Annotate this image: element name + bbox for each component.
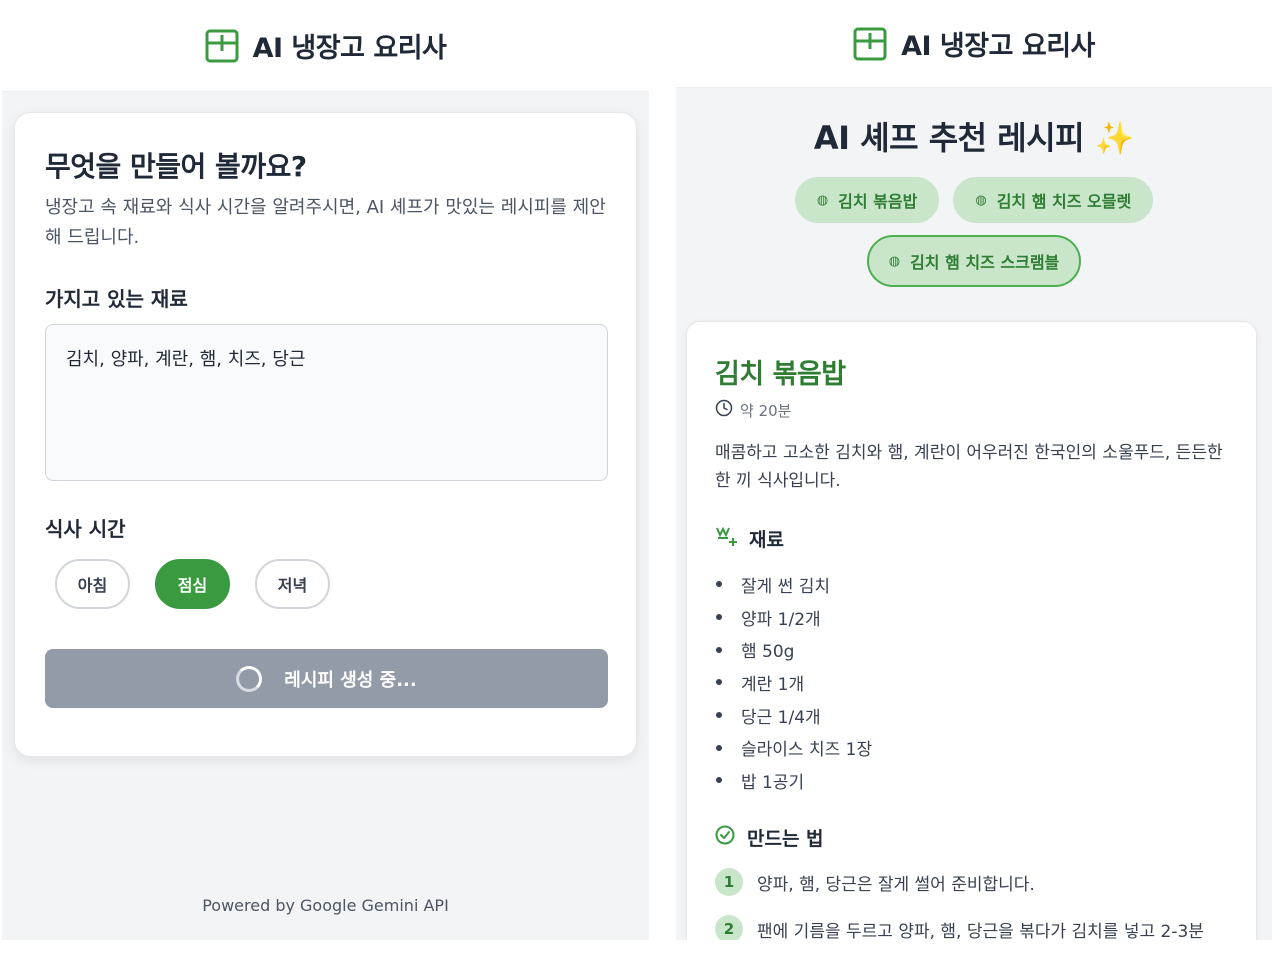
meal-option-breakfast[interactable]: 아침: [55, 559, 130, 609]
meal-option-dinner[interactable]: 저녁: [255, 559, 330, 609]
step-item: 2 팬에 기름을 두르고 양파, 햄, 당근을 볶다가 김치를 넣고 2-3분: [715, 915, 1204, 940]
ingredients-label: 가지고 있는 재료: [45, 287, 188, 311]
recipe-tabs-row-2: ◍ 김치 햄 치즈 스크램블: [676, 235, 1272, 287]
clock-icon: [715, 399, 733, 421]
recipe-tab[interactable]: ◍ 김치 햄 치즈 오믈렛: [953, 177, 1154, 223]
recipe-tab[interactable]: ◍ 김치 볶음밥: [794, 177, 940, 223]
app-title: AI 냉장고 요리사: [252, 33, 447, 64]
input-panel: AI 냉장고 요리사 무엇을 만들어 볼까요? 냉장고 속 재료와 식사 시간을…: [2, 0, 649, 940]
app-header: AI 냉장고 요리사: [2, 0, 649, 92]
app-title: AI 냉장고 요리사: [901, 31, 1095, 62]
recipe-tab-label: 김치 햄 치즈 오믈렛: [996, 192, 1132, 211]
fridge-plus-icon: [205, 29, 239, 63]
step-number: 2: [715, 915, 743, 940]
generate-button-label: 레시피 생성 중...: [284, 669, 417, 691]
fridge-plus-icon: [853, 27, 887, 61]
recipe-form-card: 무엇을 만들어 볼까요? 냉장고 속 재료와 식사 시간을 알려주시면, AI …: [14, 112, 637, 757]
recipe-description: 매콤하고 고소한 김치와 햄, 계란이 어우러진 한국인의 소울푸드, 든든한 …: [715, 443, 1223, 491]
form-heading: 무엇을 만들어 볼까요?: [45, 150, 307, 183]
step-list: 1 양파, 햄, 당근은 잘게 썰어 준비합니다. 2 팬에 기름을 두르고 양…: [715, 868, 1204, 940]
cooking-time: 약 20분: [715, 399, 791, 421]
step-item: 1 양파, 햄, 당근은 잘게 썰어 준비합니다.: [715, 868, 1204, 896]
recipe-tab-label: 김치 햄 치즈 스크램블: [910, 253, 1060, 272]
ingredients-input[interactable]: 김치, 양파, 계란, 햄, 치즈, 당근: [45, 324, 608, 481]
meal-time-label: 식사 시간: [45, 517, 126, 541]
recipe-tab-label: 김치 볶음밥: [838, 192, 918, 211]
recipe-tab-selected[interactable]: ◍ 김치 햄 치즈 스크램블: [866, 235, 1082, 287]
ingredients-heading-text: 재료: [749, 529, 784, 551]
list-item: 양파 1/2개: [715, 601, 872, 634]
steps-heading-text: 만드는 법: [747, 828, 824, 850]
check-circle-icon: [715, 825, 735, 850]
cooking-time-text: 약 20분: [740, 401, 792, 420]
result-title: AI 셰프 추천 레시피 ✨: [813, 119, 1135, 157]
recipe-card: 김치 볶음밥 약 20분 매콤하고 고소한 김치와 햄, 계란이 어우러진 한국…: [686, 321, 1257, 940]
list-item: 잘게 썬 김치: [715, 568, 872, 601]
ingredients-heading: 재료: [715, 525, 784, 552]
steps-heading: 만드는 법: [715, 824, 824, 851]
ingredients-icon: [715, 525, 737, 552]
utensils-icon: ◍: [816, 192, 829, 208]
result-panel: AI 냉장고 요리사 AI 셰프 추천 레시피 ✨ ◍ 김치 볶음밥 ◍ 김치 …: [676, 0, 1272, 940]
list-item: 당근 1/4개: [715, 699, 872, 732]
recipe-tabs: ◍ 김치 볶음밥 ◍ 김치 햄 치즈 오믈렛: [676, 177, 1272, 223]
list-item: 햄 50g: [715, 633, 872, 666]
step-text: 팬에 기름을 두르고 양파, 햄, 당근을 볶다가 김치를 넣고 2-3분: [757, 921, 1204, 941]
generate-recipe-button[interactable]: 레시피 생성 중...: [45, 649, 608, 708]
app-header: AI 냉장고 요리사: [676, 0, 1272, 88]
list-item: 슬라이스 치즈 1장: [715, 731, 872, 764]
utensils-icon: ◍: [888, 253, 901, 269]
list-item: 계란 1개: [715, 666, 872, 699]
utensils-icon: ◍: [975, 192, 987, 208]
step-text: 양파, 햄, 당근은 잘게 썰어 준비합니다.: [757, 874, 1035, 895]
meal-option-lunch[interactable]: 점심: [155, 559, 230, 609]
form-description: 냉장고 속 재료와 식사 시간을 알려주시면, AI 셰프가 맛있는 레시피를 …: [45, 197, 606, 248]
loading-spinner-icon: [236, 665, 263, 692]
recipe-name: 김치 볶음밥: [715, 359, 846, 390]
footer-credit: Powered by Google Gemini API: [202, 896, 449, 915]
meal-time-options: 아침 점심 저녁: [55, 559, 330, 609]
list-item: 밥 1공기: [715, 764, 872, 797]
step-number: 1: [715, 868, 743, 896]
ingredient-list: 잘게 썬 김치 양파 1/2개 햄 50g 계란 1개 당근 1/4개 슬라이스…: [715, 568, 872, 797]
